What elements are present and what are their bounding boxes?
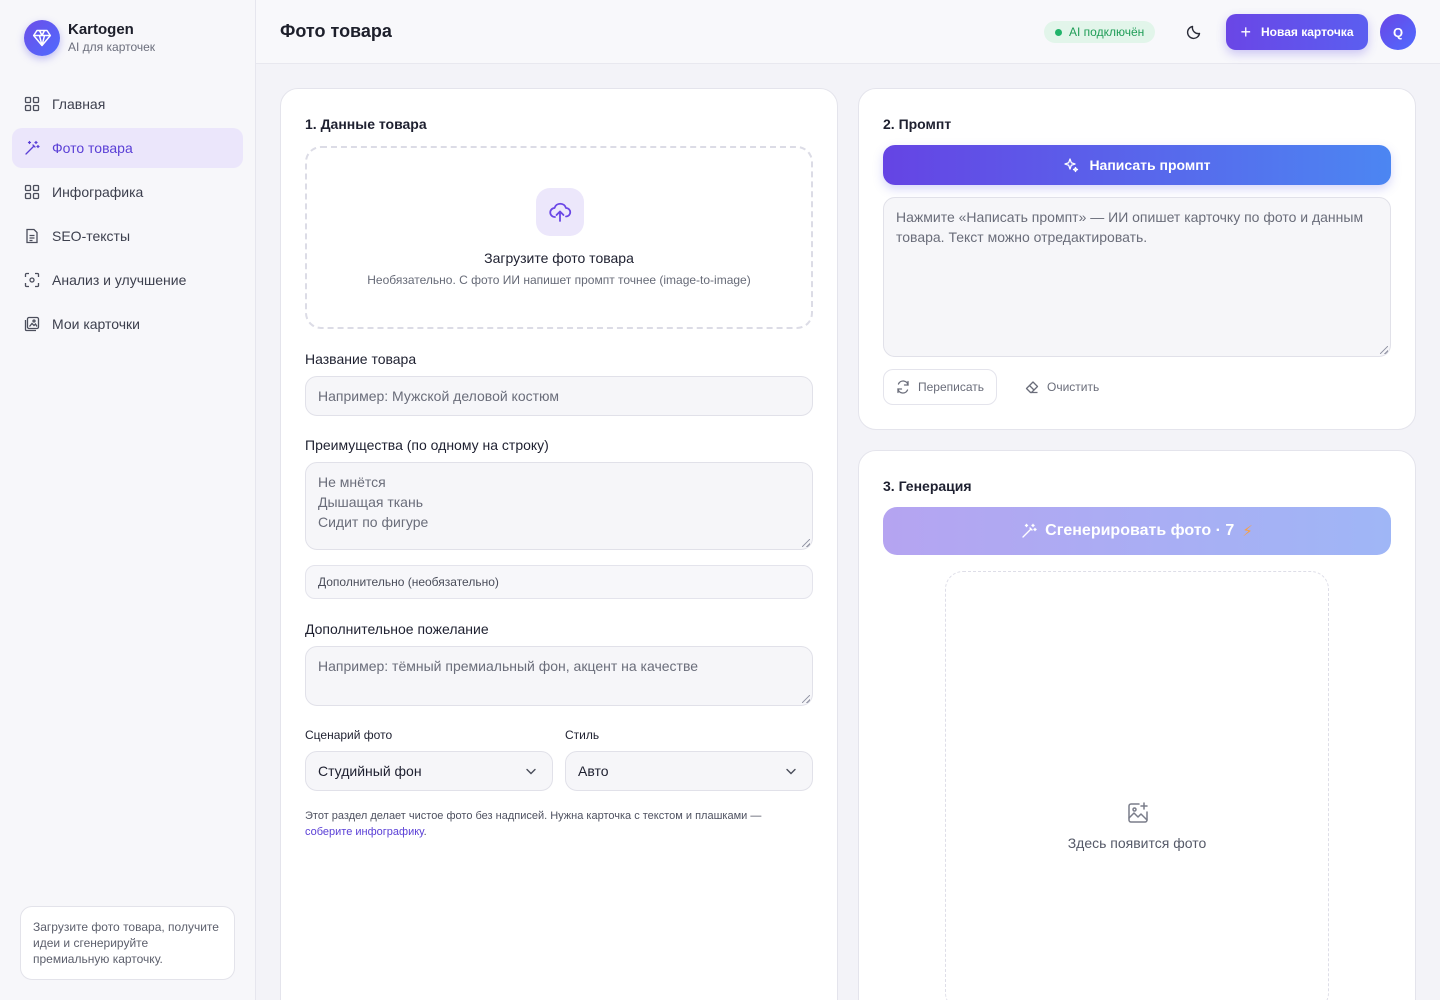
photo-dropzone[interactable]: Загрузите фото товара Необязательно. С ф… (305, 146, 813, 329)
sidebar-nav: Главная Фото товара Инфографика SEO-текс… (12, 84, 243, 348)
style-select[interactable]: Авто (565, 751, 813, 791)
style-label: Стиль (565, 728, 600, 742)
chevron-down-icon (784, 764, 798, 778)
extra-options-toggle[interactable]: Дополнительно (необязательно) (305, 565, 813, 599)
prompt-placeholder: Нажмите «Написать промпт» — ИИ опишет ка… (896, 209, 1364, 245)
plus-icon: + (1240, 22, 1252, 42)
grid-icon (24, 96, 40, 112)
sidebar-item-label: Фото товара (52, 140, 133, 156)
sidebar-item-infographic[interactable]: Инфографика (12, 172, 243, 212)
brand-subtitle: AI для карточек (68, 40, 156, 54)
wish-placeholder: Например: тёмный премиальный фон, акцент… (318, 658, 699, 674)
preview-placeholder-text: Здесь появится фото (1067, 835, 1207, 851)
moon-icon (1186, 24, 1202, 40)
product-card-title: 1. Данные товара (305, 116, 427, 132)
sidebar: Kartogen AI для карточек Главная Фото то… (0, 0, 256, 1000)
eraser-icon (1025, 380, 1039, 394)
refresh-icon (896, 380, 910, 394)
prompt-card-title: 2. Промпт (883, 116, 952, 132)
advantages-textarea[interactable]: Не мнётся Дышащая ткань Сидит по фигуре (305, 462, 813, 550)
advantage-line: Не мнётся (318, 474, 386, 490)
infographic-link[interactable]: соберите инфографику (305, 826, 424, 838)
sidebar-item-label: Главная (52, 96, 106, 112)
photo-preview-area: Здесь появится фото (945, 571, 1329, 1000)
magic-wand-icon (1021, 523, 1037, 539)
avatar[interactable]: Q (1380, 14, 1416, 50)
generate-photo-button[interactable]: Сгенерировать фото · 7 ⚡ (883, 507, 1391, 555)
product-data-card: 1. Данные товара Загрузите фото товара Н… (280, 88, 838, 1000)
write-prompt-button[interactable]: Написать промпт (883, 145, 1391, 185)
generation-card-title: 3. Генерация (883, 478, 972, 494)
cloud-upload-icon (536, 188, 584, 236)
document-icon (24, 228, 40, 244)
image-add-icon (1126, 801, 1150, 825)
rewrite-label: Переписать (918, 380, 985, 394)
product-name-input[interactable]: Например: Мужской деловой костюм (305, 376, 813, 416)
sidebar-item-label: Мои карточки (52, 316, 140, 332)
upload-title: Загрузите фото товара (484, 250, 634, 266)
new-card-label: Новая карточка (1261, 25, 1354, 39)
sparkles-icon (1063, 157, 1079, 173)
sidebar-hint: Загрузите фото товара, получите идеи и с… (20, 906, 235, 980)
note-text: Этот раздел делает чистое фото без надпи… (305, 810, 762, 822)
resize-handle-icon[interactable] (802, 695, 810, 703)
sidebar-item-label: Инфографика (52, 184, 144, 200)
clear-label: Очистить (1047, 380, 1100, 394)
theme-toggle-button[interactable] (1184, 22, 1204, 42)
generation-card: 3. Генерация Сгенерировать фото · 7 ⚡ Зд… (858, 450, 1416, 1000)
product-name-label: Название товара (305, 351, 417, 367)
gallery-icon (24, 316, 40, 332)
upload-subtitle: Необязательно. С фото ИИ напишет промпт … (367, 273, 751, 287)
ai-status-badge: AI подключён (1044, 21, 1156, 43)
brand[interactable]: Kartogen AI для карточек (24, 20, 155, 56)
sidebar-item-label: Анализ и улучшение (52, 272, 187, 288)
sidebar-item-analysis[interactable]: Анализ и улучшение (12, 260, 243, 300)
wish-label: Дополнительное пожелание (305, 621, 489, 637)
advantages-label: Преимущества (по одному на строку) (305, 437, 549, 453)
brand-name: Kartogen (68, 21, 134, 38)
generate-photo-label: Сгенерировать фото · 7 (1045, 522, 1235, 539)
note-end: . (423, 826, 427, 838)
scenario-label: Сценарий фото (305, 728, 393, 742)
magic-wand-icon (24, 140, 40, 156)
resize-handle-icon[interactable] (1380, 346, 1388, 354)
status-dot-icon (1055, 28, 1062, 36)
scenario-select[interactable]: Студийный фон (305, 751, 553, 791)
resize-handle-icon[interactable] (802, 539, 810, 547)
sidebar-item-product-photo[interactable]: Фото товара (12, 128, 243, 168)
sidebar-item-label: SEO-тексты (52, 228, 131, 244)
extra-options-label: Дополнительно (необязательно) (318, 575, 499, 589)
sidebar-item-my-cards[interactable]: Мои карточки (12, 304, 243, 344)
ai-status-text: AI подключён (1069, 25, 1145, 39)
style-value: Авто (578, 763, 609, 779)
wish-textarea[interactable]: Например: тёмный премиальный фон, акцент… (305, 646, 813, 706)
write-prompt-label: Написать промпт (1089, 157, 1211, 173)
sidebar-item-seo[interactable]: SEO-тексты (12, 216, 243, 256)
advantage-line: Дышащая ткань (318, 494, 423, 510)
scan-icon (24, 272, 40, 288)
prompt-card: 2. Промпт Написать промпт Нажмите «Напис… (858, 88, 1416, 430)
page-title: Фото товара (280, 21, 392, 41)
product-name-placeholder: Например: Мужской деловой костюм (318, 388, 560, 404)
clear-button[interactable]: Очистить (1013, 369, 1111, 405)
rewrite-button[interactable]: Переписать (883, 369, 998, 405)
advantage-line: Сидит по фигуре (318, 514, 429, 530)
infographic-note: Этот раздел делает чистое фото без надпи… (305, 808, 813, 840)
lightning-icon: ⚡ (1242, 523, 1253, 540)
grid-icon (24, 184, 40, 200)
topbar: Фото товара AI подключён + Новая карточк… (256, 0, 1440, 64)
sidebar-item-home[interactable]: Главная (12, 84, 243, 124)
prompt-textarea[interactable]: Нажмите «Написать промпт» — ИИ опишет ка… (883, 197, 1391, 357)
chevron-down-icon (524, 764, 538, 778)
diamond-logo-icon (24, 20, 60, 56)
scenario-value: Студийный фон (318, 763, 422, 779)
new-card-button[interactable]: + Новая карточка (1226, 14, 1368, 50)
